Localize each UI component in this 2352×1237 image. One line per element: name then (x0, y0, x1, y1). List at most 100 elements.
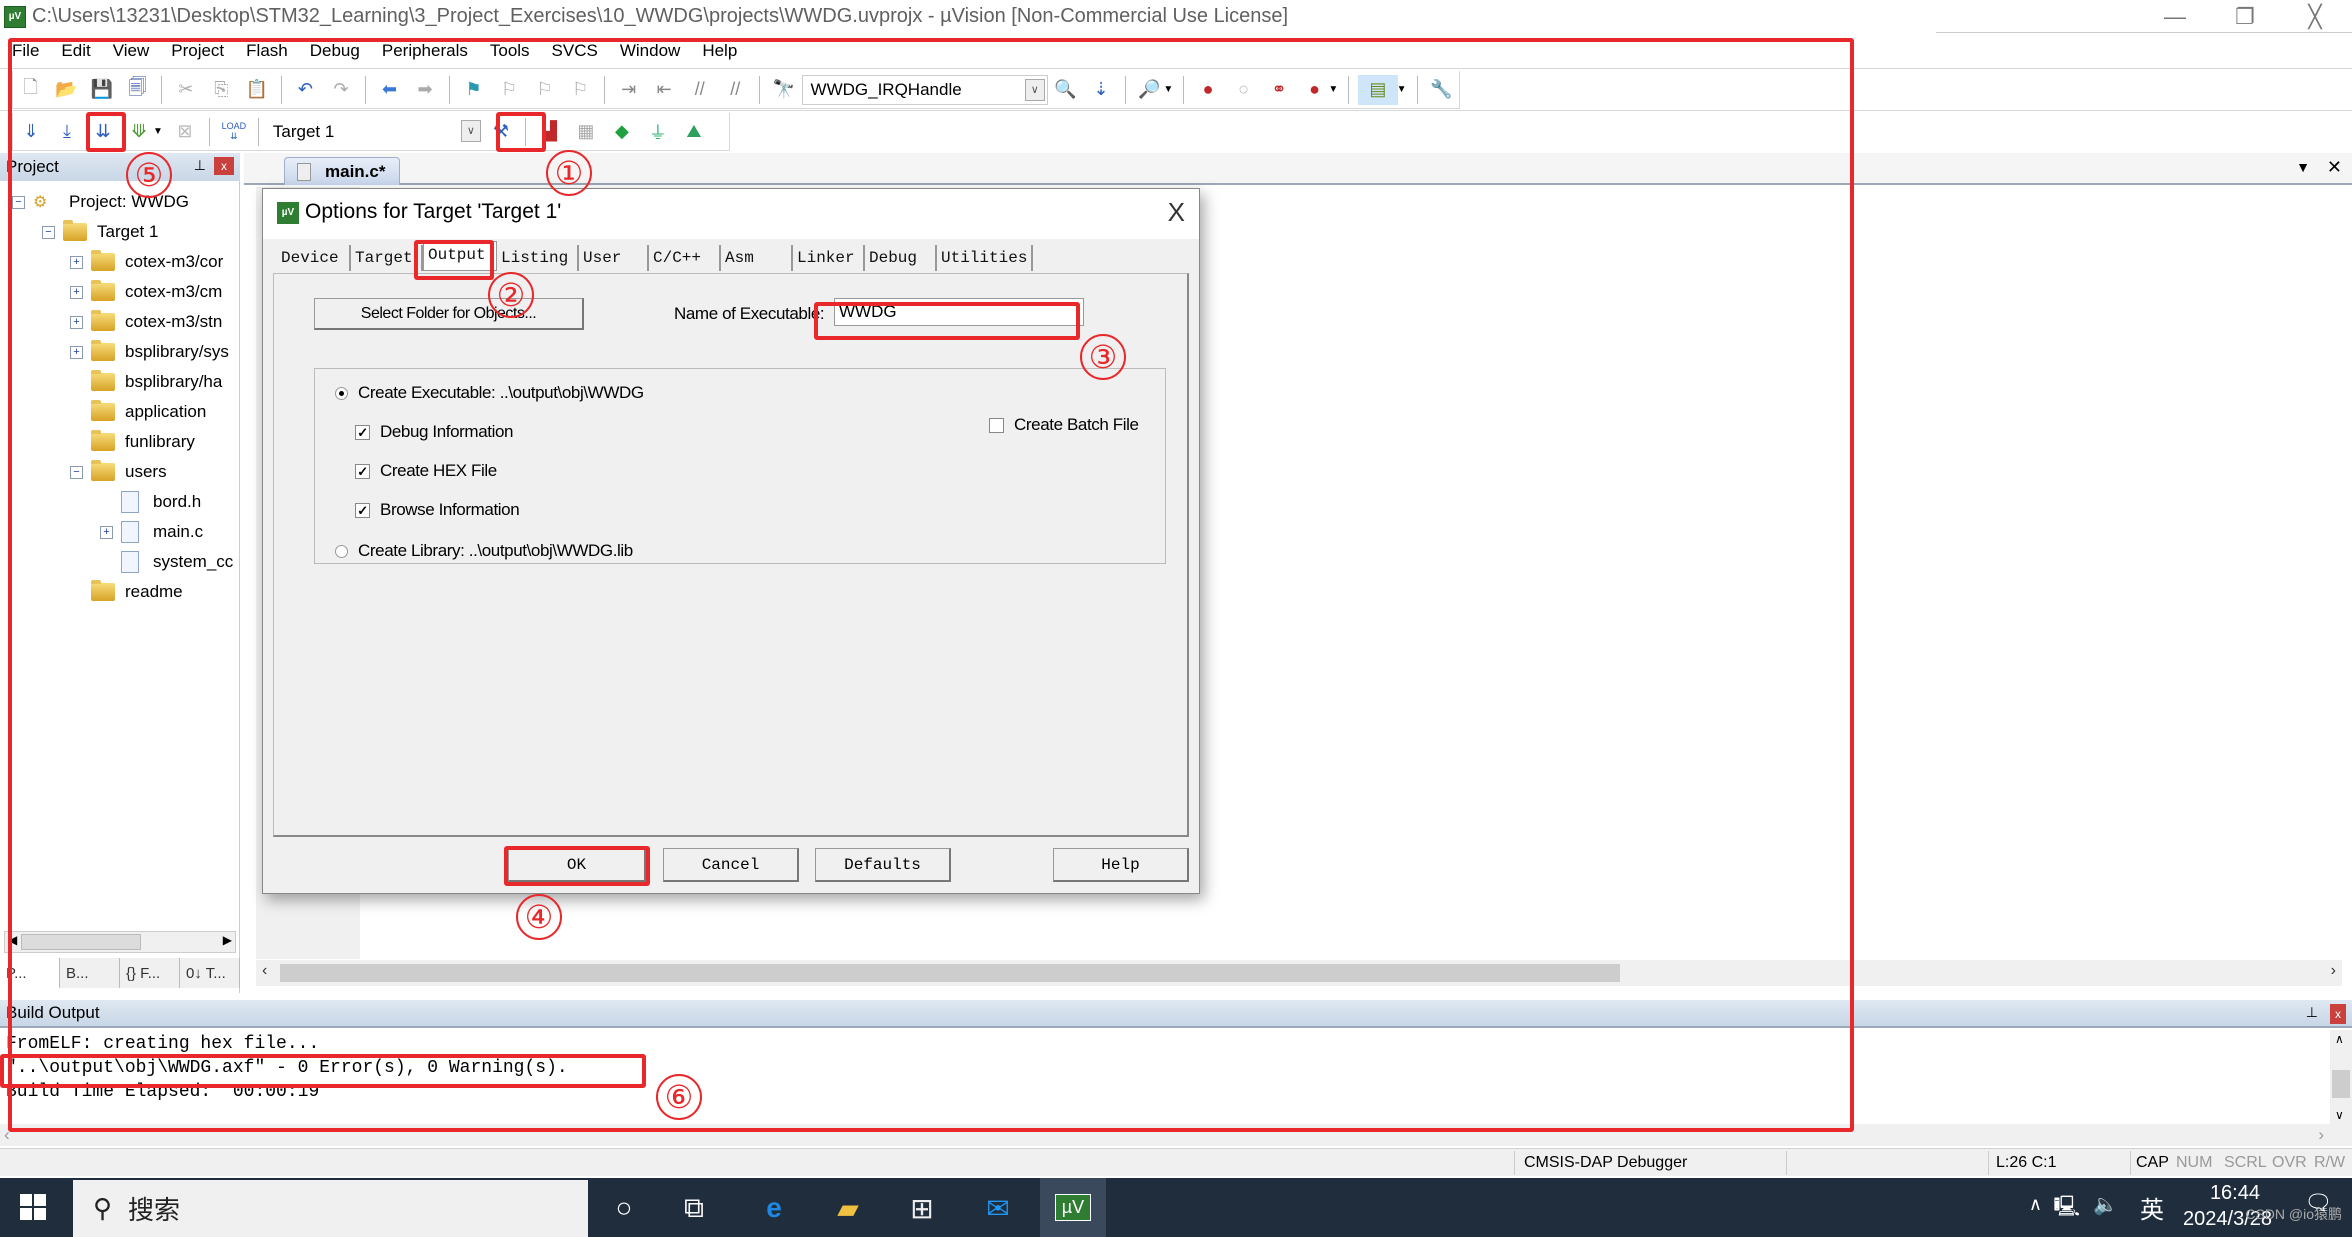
tree-item[interactable]: − Target 1 (42, 217, 158, 247)
ime-indicator[interactable]: 英 (2140, 1190, 2164, 1225)
options-for-target-icon[interactable]: ⚒ (486, 117, 516, 147)
editor-tab-main-c[interactable]: main.c* (284, 157, 400, 185)
task-view-icon[interactable]: ⧉ (672, 1188, 716, 1228)
collapse-icon[interactable]: − (42, 225, 55, 239)
menu-debug[interactable]: Debug (310, 41, 360, 61)
debug-information-option[interactable]: ✓ Debug Information (355, 422, 513, 442)
uncomment-icon[interactable]: // (720, 75, 750, 105)
pin-icon[interactable]: ⊥ (2306, 1004, 2318, 1021)
scroll-left-icon[interactable]: ‹ (262, 962, 267, 980)
expand-icon[interactable]: + (100, 525, 113, 539)
browse-information-checkbox[interactable]: ✓ (355, 502, 370, 518)
network-icon[interactable]: 🖳 (2053, 1192, 2080, 1226)
create-library-radio[interactable] (335, 544, 348, 558)
tab-books[interactable]: B... (60, 958, 120, 988)
dropdown-arrow-icon[interactable]: ▼ (153, 126, 163, 137)
tab-debug[interactable]: Debug (865, 245, 937, 271)
build-icon[interactable]: ⤓ (52, 117, 82, 147)
build-output-vertical-scrollbar[interactable]: ∧ ∨ (2330, 1030, 2352, 1124)
find-in-files-icon[interactable]: 🔭 (769, 75, 799, 105)
expand-icon[interactable]: + (70, 315, 83, 329)
disable-breakpoint-icon[interactable]: ○ (1229, 75, 1259, 105)
redo-icon[interactable]: ↷ (326, 75, 356, 105)
scroll-right-icon[interactable]: › (2331, 962, 2336, 980)
windows-start-icon[interactable] (20, 1194, 46, 1220)
menu-view[interactable]: View (113, 41, 150, 61)
menu-help[interactable]: Help (702, 41, 737, 61)
clear-bookmarks-icon[interactable]: ⚐ (565, 75, 595, 105)
kill-all-breakpoints-icon[interactable]: ● (1300, 75, 1330, 105)
debug-session-icon[interactable]: 🔎 (1135, 75, 1165, 105)
menu-edit[interactable]: Edit (61, 41, 90, 61)
tab-listing[interactable]: Listing (497, 245, 579, 271)
target-combo[interactable]: Target 1 ∨ (264, 116, 483, 147)
pack-installer-icon[interactable]: ⏚ (643, 117, 673, 147)
cortana-icon[interactable]: ○ (602, 1188, 646, 1228)
microsoft-store-icon[interactable]: ⊞ (900, 1188, 944, 1228)
create-batch-file-checkbox[interactable] (989, 417, 1004, 433)
tree-item[interactable]: − users (70, 457, 167, 487)
scroll-down-icon[interactable]: ∨ (2335, 1108, 2344, 1122)
tree-item[interactable]: + cotex-m3/stn (70, 307, 222, 337)
dropdown-arrow-icon[interactable]: ▼ (1397, 84, 1407, 95)
tree-item[interactable]: funlibrary (70, 427, 195, 457)
tab-list-dropdown-icon[interactable]: ▼ (2296, 159, 2310, 175)
scrollbar-thumb[interactable] (280, 964, 1620, 982)
disable-all-breakpoints-icon[interactable]: ⚭ (1264, 75, 1294, 105)
tree-item[interactable]: bsplibrary/ha (70, 367, 222, 397)
translate-icon[interactable]: ⇓ (16, 117, 46, 147)
tab-target[interactable]: Target (351, 245, 423, 271)
manage-project-items-icon[interactable]: ▟ (535, 117, 565, 147)
dialog-close-button[interactable]: X (1168, 197, 1185, 228)
indent-icon[interactable]: ⇥ (614, 75, 644, 105)
navigate-forward-icon[interactable]: ➡ (410, 75, 440, 105)
restore-button[interactable]: ❐ (2210, 2, 2280, 32)
window-close-button[interactable]: ╳ (2280, 2, 2350, 32)
scroll-left-icon[interactable]: ‹ (4, 1125, 10, 1145)
expand-icon[interactable]: + (70, 285, 83, 299)
tree-item[interactable]: bord.h (100, 487, 201, 517)
file-explorer-icon[interactable]: ▰ (826, 1188, 870, 1228)
tab-c-cpp[interactable]: C/C++ (649, 245, 721, 271)
menu-project[interactable]: Project (171, 41, 224, 61)
close-editor-icon[interactable]: ✕ (2327, 157, 2342, 178)
dropdown-arrow-icon[interactable]: ▼ (1328, 84, 1338, 95)
breakpoint-icon[interactable]: ● (1193, 75, 1223, 105)
multi-project-icon[interactable]: ⛰ (679, 117, 709, 147)
navigate-back-icon[interactable]: ⬅ (375, 75, 405, 105)
taskbar-search-box[interactable]: ⚲ 搜索 (73, 1180, 588, 1237)
collapse-icon[interactable]: − (70, 465, 83, 479)
minimize-button[interactable]: — (2140, 2, 2210, 32)
undo-icon[interactable]: ↶ (291, 75, 321, 105)
scroll-up-icon[interactable]: ∧ (2335, 1032, 2344, 1046)
comment-icon[interactable]: // (685, 75, 715, 105)
mail-icon[interactable]: ✉ (976, 1188, 1020, 1228)
stop-build-icon[interactable]: ⊠ (170, 117, 200, 147)
menu-tools[interactable]: Tools (490, 41, 530, 61)
create-executable-option[interactable]: Create Executable: ..\output\obj\WWDG (335, 383, 644, 403)
clock-time[interactable]: 16:44 (2210, 1182, 2260, 1205)
tree-item[interactable]: readme (70, 577, 183, 607)
function-combo[interactable]: WWDG_IRQHandle ∨ (801, 74, 1048, 105)
open-file-icon[interactable]: 📂 (52, 75, 82, 105)
editor-horizontal-scrollbar[interactable]: ‹ › (256, 960, 2342, 986)
create-hex-file-checkbox[interactable]: ✓ (355, 463, 370, 479)
tab-output[interactable]: Output (423, 241, 497, 271)
tab-project[interactable]: P... (0, 958, 60, 988)
new-file-icon[interactable]: 🗋 (16, 75, 46, 105)
tab-linker[interactable]: Linker (793, 245, 865, 271)
bookmark-icon[interactable]: ⚑ (459, 75, 489, 105)
tab-asm[interactable]: Asm (721, 245, 793, 271)
scroll-left-icon[interactable]: ◀ (8, 933, 17, 947)
tab-utilities[interactable]: Utilities (937, 245, 1033, 271)
next-bookmark-icon[interactable]: ⚐ (530, 75, 560, 105)
expand-icon[interactable]: + (70, 345, 83, 359)
menu-flash[interactable]: Flash (246, 41, 288, 61)
batch-build-icon[interactable]: ⟱ (124, 117, 154, 147)
tree-item[interactable]: − ⚙ Project: WWDG (12, 187, 189, 217)
scroll-right-icon[interactable]: › (2318, 1125, 2324, 1145)
menu-svcs[interactable]: SVCS (552, 41, 598, 61)
chevron-down-icon[interactable]: ∨ (460, 119, 481, 142)
window-layout-icon[interactable]: ▤ (1358, 74, 1398, 105)
tree-item[interactable]: + main.c (100, 517, 203, 547)
